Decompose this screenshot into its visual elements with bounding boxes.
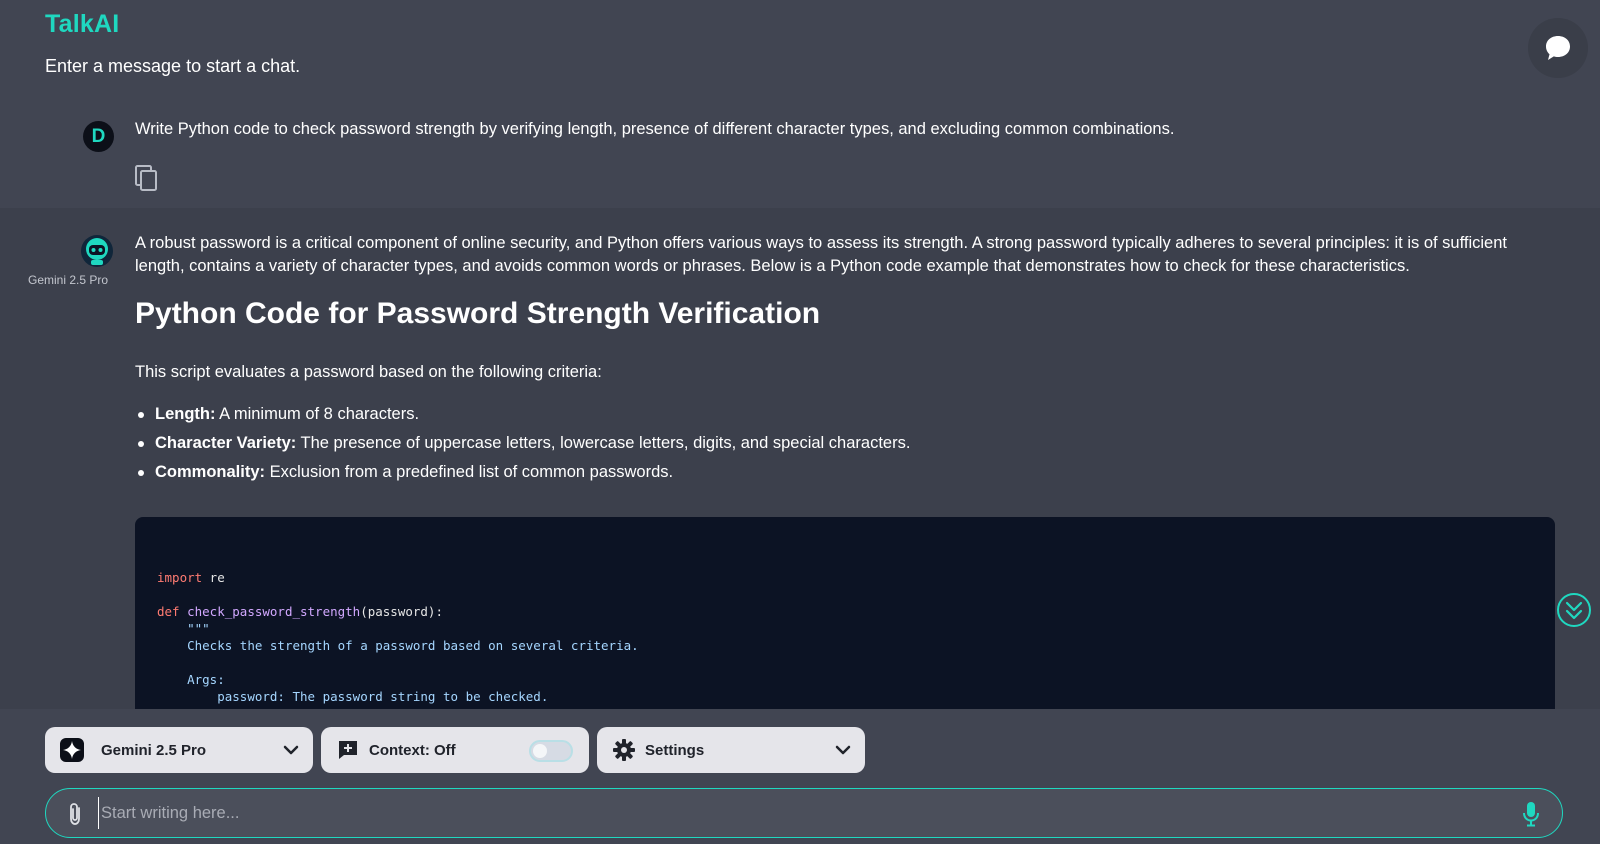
criteria-desc: A minimum of 8 characters. [215, 404, 420, 423]
chat-bubble-button[interactable] [1528, 18, 1588, 78]
message-input[interactable] [98, 797, 1498, 829]
double-chevron-down-icon[interactable] [1556, 592, 1592, 628]
assistant-model-name: Gemini 2.5 Pro [28, 273, 109, 287]
user-message: D Write Python code to check password st… [0, 108, 1600, 208]
criteria-list: Length: A minimum of 8 characters. Chara… [135, 400, 1555, 487]
copy-icon[interactable] [134, 164, 160, 192]
toggle-knob [533, 744, 547, 758]
composer-area: Gemini 2.5 Pro Context: Off Settings Sta… [0, 709, 1600, 844]
model-selector-label: Gemini 2.5 Pro [101, 741, 207, 759]
answer-heading: Python Code for Password Strength Verifi… [135, 297, 821, 330]
list-item: Commonality: Exclusion from a predefined… [135, 458, 1555, 487]
code-keyword: def [157, 604, 180, 619]
criteria-term: Length: [155, 404, 216, 423]
code-docstring: Checks the strength of a password based … [187, 638, 639, 653]
criteria-desc: Exclusion from a predefined list of comm… [265, 462, 674, 481]
user-message-text: Write Python code to check password stre… [135, 120, 1175, 138]
code-keyword: import [157, 570, 203, 585]
code-text: re [202, 570, 225, 585]
settings-label: Settings [645, 741, 705, 759]
model-selector[interactable]: Gemini 2.5 Pro [45, 727, 313, 773]
page-subtitle: Enter a message to start a chat. [45, 56, 301, 76]
context-toggle[interactable] [529, 740, 573, 762]
settings-dropdown[interactable]: Settings [597, 727, 865, 773]
criteria-term: Commonality: [155, 462, 266, 481]
criteria-intro: This script evaluates a password based o… [135, 363, 602, 381]
criteria-term: Character Variety: [155, 433, 297, 452]
message-input-bar [45, 788, 1563, 838]
code-docstring: """ [187, 621, 210, 636]
paperclip-icon[interactable] [64, 801, 86, 827]
gear-icon [613, 739, 635, 761]
chevron-down-icon [283, 745, 299, 755]
code-block[interactable]: import re def check_password_strength(pa… [135, 517, 1555, 717]
code-docstring: Args: [187, 672, 225, 687]
microphone-icon[interactable] [1522, 801, 1540, 827]
assistant-answer: A robust password is a critical componen… [135, 232, 1555, 487]
brand-logo[interactable]: TalkAI [45, 10, 119, 39]
answer-intro: A robust password is a critical componen… [135, 234, 1507, 275]
robot-avatar-icon [81, 235, 113, 267]
context-label: Context: Off [369, 741, 456, 759]
criteria-desc: The presence of uppercase letters, lower… [296, 433, 911, 452]
talkai-app: TalkAI Enter a message to start a chat. … [0, 0, 1600, 844]
code-function-name: check_password_strength [187, 604, 361, 619]
chevron-down-icon [835, 745, 851, 755]
context-toggle-pill[interactable]: Context: Off [321, 727, 589, 773]
code-docstring: password: The password string to be chec… [217, 689, 549, 704]
user-avatar: D [83, 121, 114, 152]
list-item: Character Variety: The presence of upper… [135, 429, 1555, 458]
add-context-icon [339, 741, 357, 759]
code-text: (password): [360, 604, 443, 619]
gemini-sparkle-icon [60, 738, 84, 762]
speech-bubble-icon [1546, 36, 1570, 60]
list-item: Length: A minimum of 8 characters. [135, 400, 1555, 429]
